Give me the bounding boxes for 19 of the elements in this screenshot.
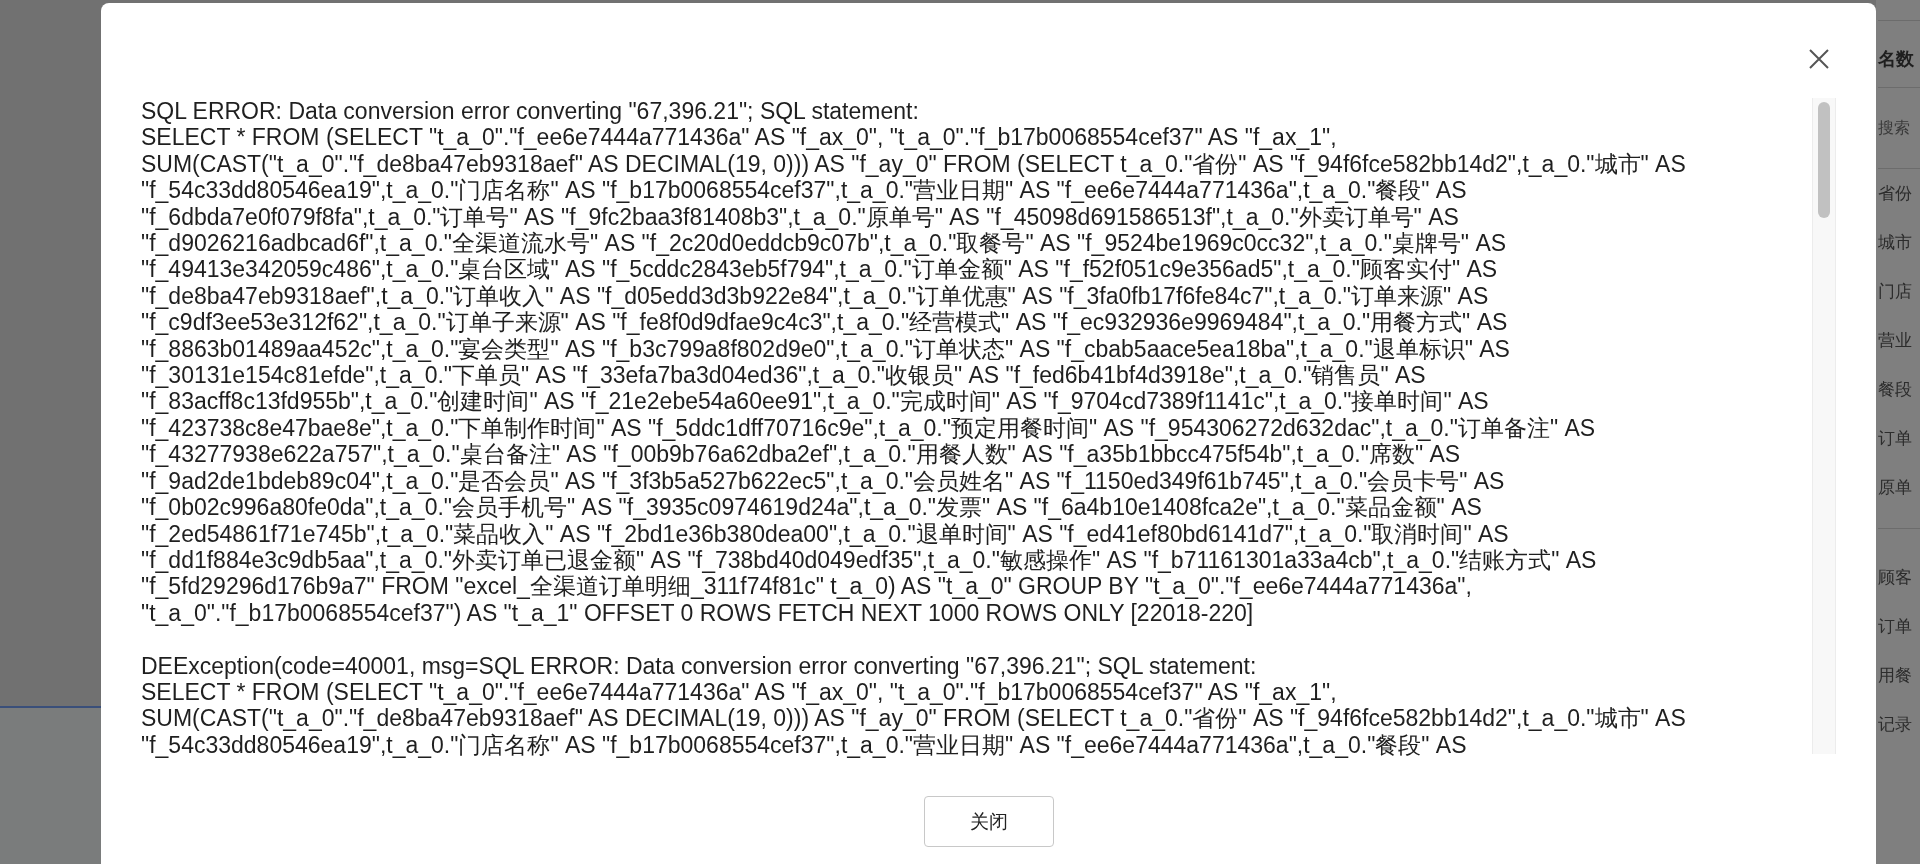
error-message: DEException(code=40001, msg=SQL ERROR: Data conversion error converting "67,396.21"; SQL statement: SELECT * FROM (SELECT "t_a_0"."f_ee6e7444a771436a" AS "f_ax_0", "t_a_0"."f_b17b0068554cef37" AS "f_ax_1", SUM(CAST("t_a_0"."f_de8ba47eb9318aef" AS DECIMAL(19, 0))) AS "f_ay_0" FROM (SELECT t_a_0."省份" AS "f_94f6fce582bb14d2",t_a_0."城市" AS "f_54c33dd80546ea19",t_a_0."门店名称" AS "f_b17b0068554cef37",t_a_0."营业日期" AS "f_ee6e7444a771436a",t_a_0."餐段" AS <box>141 652 1687 759</box>
error-message: SQL ERROR: Data conversion error converting "67,396.21"; SQL statement: SELECT * FROM (SELECT "t_a_0"."f_ee6e7444a771436a" AS "f_ax_0", "t_a_0"."f_b17b0068554cef37" AS "f_ax_1", SUM(CAST("t_a_0"."f_de8ba47eb9318aef" AS DECIMAL(19, 0))) AS "f_ay_0" FROM (SELECT t_a_0."省份" AS "f_94f6fce582bb14d2",t_a_0."城市" AS "f_54c33dd80546ea19",t_a_0."门店名称" AS "f_b17b0068554cef37",t_a_0."营业日期" AS "f_ee6e7444a771436a",t_a_0."餐段" AS "f_6dbda7e0f079f8fa",t_a_0."订单号" AS "f_9fc2baa3f81408b3",t_a_0."原单号" AS "f_45098d691586513f",t_a_0."外卖订单号" AS "f_d9026216adbcad6f",t_a_0."全渠道流水号" AS "f_2c20d0eddcb9c07b",t_a_0."取餐号" AS "f_9524be1969c0cc32",t_a_0."桌牌号" AS "f_49413e342059c486",t_a_0."桌台区域" AS "f_5cddc2843eb5f794",t_a_0."订单金额" AS "f_f52f051c9e356ad5",t_a_0."顾客实付" AS "f_de8ba47eb9318aef",t_a_0."订单收入" AS "f_d05edd3d3b922e84",t_a_0."订单优惠" AS "f_3fa0fb17f6fe84c7",t_a_0."订单来源" AS "f_c9df3ee53e312f62",t_a_0."订单子来源" AS "f_fe8f0d9dfae9c4c3",t_a_0."经营模式" AS "f_ec932936e9969484",t_a_0."用餐方式" AS "f_8863b01489aa452c",t_a_0."宴会类型" AS "f_b3c799a8f802d9e0",t_a_0."订单状态" AS "f_cbab5aace5ea18ba",t_a_0."退单标识" AS "f_30131e154c81efde",t_a_0."下单员" AS "f_33efa7ba3d04ed36",t_a_0."收银员" AS "f_fed6b41bf4d3918e",t_a_0."销售员" AS "f_83acff8c13fd955b",t_a_0."创建时间" AS "f_21e2ebe54a60ee91",t_a_0."完成时间" AS "f_9704cd7389f1141c",t_a_0."接单时间" AS "f_423738c8e47bae8e",t_a_0."下单制作时间" AS "f_5ddc1dff70716c9e",t_a_0."预定用餐时间" AS "f_954306272d632dac",t_a_0."订单备注" AS "f_43277938e622a757",t_a_0."桌台备注" AS "f_00b9b76a62dba2ef",t_a_0."用餐人数" AS "f_a35b1bbcc475f54b",t_a_0."席数" AS "f_9ad2de1bdeb89c04",t_a_0."是否会员" AS "f_3f3b5a527b622ec5",t_a_0."会员姓名" AS "f_1150ed349f61b745",t_a_0."会员卡号" AS "f_0b02c996a80fe0da",t_a_0."会员手机号" AS "f_3935c0974619d24a",t_a_0."发票" AS "f_6a4b10e1408fca2e",t_a_0."菜品金额" AS "f_2ed54861f71e745b",t_a_0."菜品收入" AS "f_2bd1e36b380dea00",t_a_0."退单时间" AS "f_ed41ef80bd6141d7",t_a_0."取消时间" AS "f_dd1f884e3c9db5aa",t_a_0."外卖订单已退金额" AS "f_738bd40d049edf35",t_a_0."敏感操作" AS "f_b71161301a33a4cb",t_a_0."结账方式" AS "f_5fd29296d176b9a7" FROM "excel_全渠道订单明细_311f74f81c" t_a_0) AS "t_a_0" GROUP BY "t_a_0"."f_ee6e7444a771436a", "t_a_0"."f_b17b0068554cef37") AS "t_a_1" OFFSET 0 ROWS FETCH NEXT 1000 ROWS ONLY [22018-220] <box>141 98 1687 627</box>
field-item[interactable]: 营业 <box>1878 316 1920 365</box>
field-item[interactable]: 城市 <box>1878 218 1920 267</box>
search-field[interactable]: 搜索 <box>1878 87 1920 169</box>
field-item[interactable]: 订单 <box>1878 602 1920 651</box>
field-item[interactable]: 原单 <box>1878 463 1920 512</box>
close-button[interactable] <box>1808 48 1830 70</box>
field-item[interactable]: 用餐 <box>1878 651 1920 700</box>
scrollbar[interactable] <box>1812 98 1836 754</box>
close-dialog-button[interactable]: 关闭 <box>923 796 1054 847</box>
field-item[interactable]: 省份 <box>1878 169 1920 218</box>
field-item[interactable]: 记录 <box>1878 700 1920 749</box>
close-icon <box>1808 48 1830 70</box>
field-item[interactable]: 门店 <box>1878 267 1920 316</box>
field-item[interactable]: 订单 <box>1878 414 1920 463</box>
panel-title: 名数 <box>1878 48 1915 71</box>
field-item[interactable]: 餐段 <box>1878 365 1920 414</box>
field-item[interactable]: 顾客 <box>1878 553 1920 602</box>
